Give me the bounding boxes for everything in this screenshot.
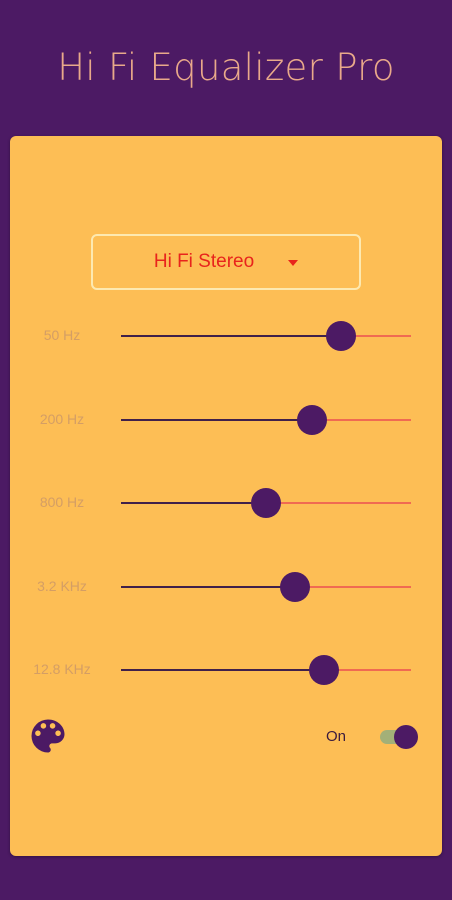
band-slider[interactable] <box>121 316 411 356</box>
slider-track-remaining <box>266 502 411 504</box>
palette-icon[interactable] <box>26 714 70 758</box>
slider-thumb[interactable] <box>297 405 327 435</box>
band-label: 800 Hz <box>39 494 85 510</box>
power-switch-label: On <box>326 728 347 745</box>
slider-track-filled <box>121 335 341 337</box>
band-slider[interactable] <box>121 650 411 690</box>
equalizer-card: Hi Fi Stereo 50 Hz 200 Hz 800 Hz 3.2 KHz <box>10 136 442 856</box>
preset-selected-label: Hi Fi Stereo <box>153 251 255 272</box>
slider-thumb[interactable] <box>326 321 356 351</box>
band-200hz: 200 Hz <box>10 400 442 440</box>
app-title: Hi Fi Equalizer Pro <box>57 46 395 89</box>
slider-track-filled <box>121 669 324 671</box>
caret-down-icon <box>288 260 299 266</box>
preset-dropdown[interactable]: Hi Fi Stereo <box>91 234 361 290</box>
band-800hz: 800 Hz <box>10 483 442 523</box>
power-toggle[interactable] <box>378 724 422 750</box>
slider-track-remaining <box>295 586 411 588</box>
slider-thumb[interactable] <box>251 488 281 518</box>
slider-thumb[interactable] <box>280 572 310 602</box>
band-slider[interactable] <box>121 400 411 440</box>
band-label: 12.8 KHz <box>33 661 91 677</box>
toggle-thumb <box>394 725 418 749</box>
slider-track-filled <box>121 586 295 588</box>
band-slider[interactable] <box>121 567 411 607</box>
band-label: 50 Hz <box>43 327 81 343</box>
band-3-2khz: 3.2 KHz <box>10 567 442 607</box>
band-label: 200 Hz <box>39 411 85 427</box>
band-50hz: 50 Hz <box>10 316 442 356</box>
slider-thumb[interactable] <box>309 655 339 685</box>
band-12-8khz: 12.8 KHz <box>10 650 442 690</box>
band-label: 3.2 KHz <box>37 578 87 594</box>
band-slider[interactable] <box>121 483 411 523</box>
slider-track-filled <box>121 502 266 504</box>
slider-track-filled <box>121 419 312 421</box>
